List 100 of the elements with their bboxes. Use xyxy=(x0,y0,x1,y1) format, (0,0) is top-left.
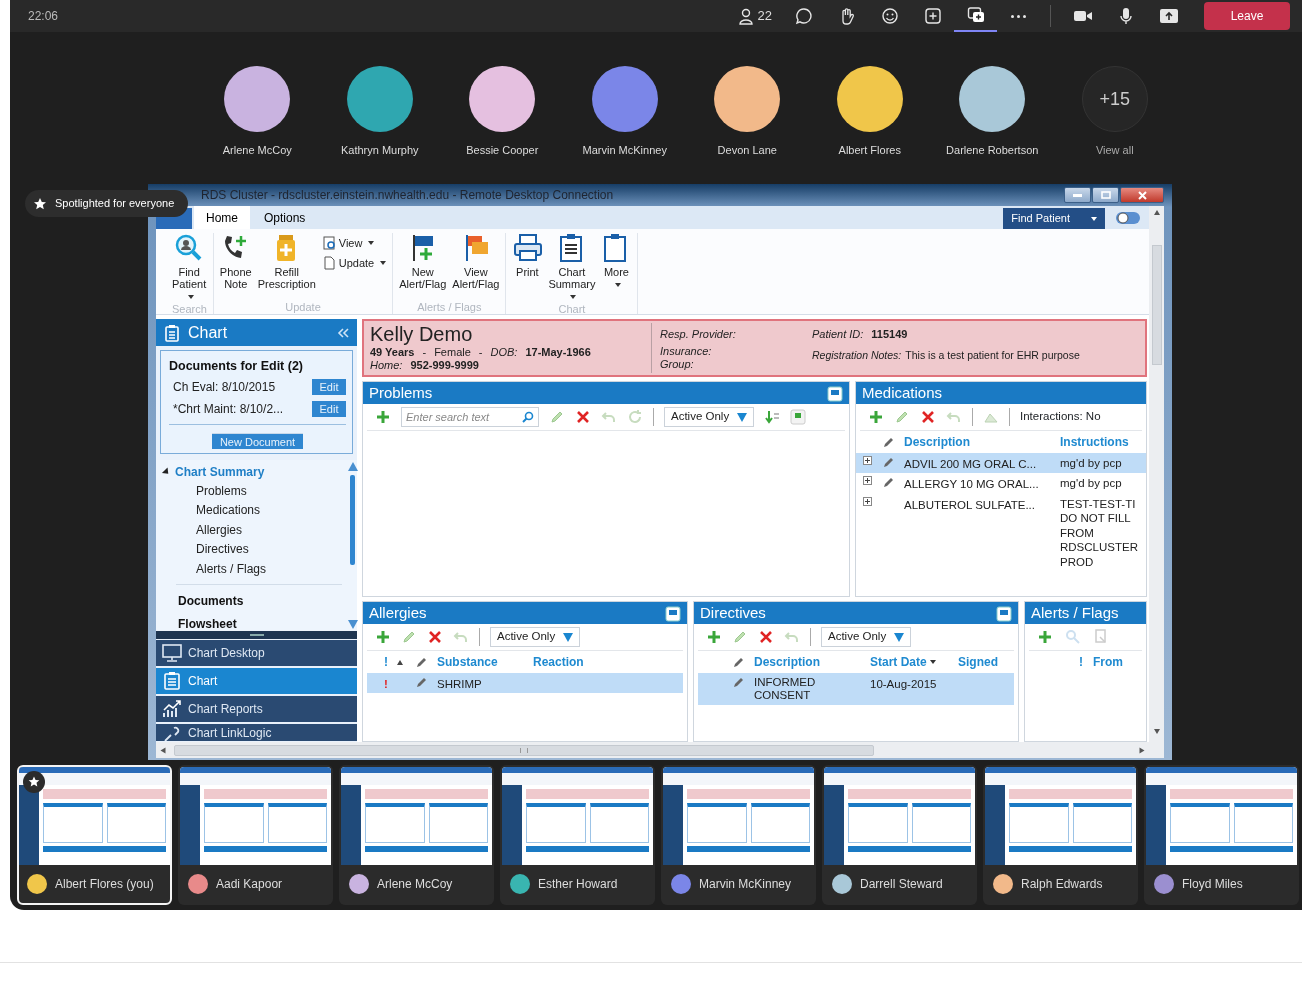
ribbon-tab[interactable]: Options xyxy=(252,206,318,229)
pencil-icon[interactable] xyxy=(894,409,910,425)
pencil-icon[interactable] xyxy=(549,409,565,425)
collapse-icon[interactable] xyxy=(337,328,349,339)
maximize-icon xyxy=(1100,191,1111,199)
plus-icon[interactable] xyxy=(1037,629,1053,645)
tree-item[interactable]: Documents xyxy=(178,591,244,610)
video-tile[interactable]: Marvin McKinney xyxy=(661,765,816,905)
close-icon xyxy=(1137,190,1147,200)
participant-name: Marvin McKinney xyxy=(582,143,667,158)
filter-dropdown[interactable]: Active Only xyxy=(490,627,581,647)
edit-button[interactable]: Edit xyxy=(312,400,346,417)
toggle-icon[interactable] xyxy=(1115,210,1141,227)
nav-button[interactable]: Chart Reports xyxy=(156,696,357,722)
participants-button[interactable]: 22 xyxy=(727,0,782,32)
minimize-panel-icon[interactable] xyxy=(996,605,1012,622)
tree-item[interactable]: Medications xyxy=(196,503,261,518)
ribbon-group-label: Alerts / Flags xyxy=(416,300,483,314)
pencil-icon xyxy=(883,476,895,489)
more-participants-button[interactable]: +15 xyxy=(1081,66,1148,132)
pencil-icon[interactable] xyxy=(401,629,417,645)
column-header[interactable]: Description xyxy=(900,433,1060,451)
filter-dropdown[interactable]: Active Only xyxy=(664,407,755,427)
ribbon-button[interactable]: Phone Note xyxy=(219,233,252,290)
video-tile[interactable]: Aadi Kapoor xyxy=(178,765,333,905)
find-patient-dropdown[interactable]: Find Patient xyxy=(1003,208,1105,229)
ribbon-button[interactable]: Refill Prescription xyxy=(257,233,316,290)
search-field[interactable]: Enter search text xyxy=(401,407,539,427)
table-row[interactable]: ADVIL 200 MG ORAL C... mg'd by pcp xyxy=(856,453,1146,474)
maximize-button[interactable] xyxy=(1092,187,1119,203)
ribbon-button[interactable]: Chart Summary xyxy=(548,233,596,302)
vertical-scrollbar[interactable] xyxy=(1149,206,1164,758)
delete-icon[interactable] xyxy=(920,409,936,425)
participant-name: Albert Flores (you) xyxy=(55,876,154,893)
horizontal-scrollbar[interactable] xyxy=(156,742,1149,758)
plus-icon[interactable] xyxy=(375,629,391,645)
tree-item[interactable]: Problems xyxy=(196,483,247,498)
delete-icon[interactable] xyxy=(427,629,443,645)
view-all-link[interactable]: View all xyxy=(1095,142,1134,159)
pencil-icon[interactable] xyxy=(732,629,748,645)
expand-icon[interactable] xyxy=(862,496,872,506)
ribbon-button[interactable]: Find Patient xyxy=(172,233,207,302)
filter-dropdown[interactable]: Active Only xyxy=(821,627,912,647)
plus-icon[interactable] xyxy=(375,409,391,425)
column-header[interactable]: From xyxy=(1093,653,1123,671)
column-header[interactable]: Substance xyxy=(433,653,533,671)
tree-item[interactable]: Flowsheet xyxy=(178,614,237,633)
column-header[interactable]: Instructions xyxy=(1060,433,1129,451)
microphone-icon xyxy=(1118,7,1133,25)
leave-button[interactable]: Leave xyxy=(1204,2,1290,30)
table-row[interactable]: ALLERGY 10 MG ORAL... mg'd by pcp xyxy=(856,473,1146,494)
ribbon-button[interactable]: Update xyxy=(321,253,387,273)
more-icon xyxy=(1011,14,1026,18)
flag-icon[interactable] xyxy=(790,409,807,425)
video-tile[interactable]: Esther Howard xyxy=(500,765,655,905)
smiley-icon xyxy=(880,7,899,25)
video-tile[interactable]: Floyd Miles xyxy=(1144,765,1299,905)
minimize-button[interactable] xyxy=(1064,187,1091,203)
minimize-panel-icon[interactable] xyxy=(665,605,681,622)
video-tile[interactable]: Darrell Steward xyxy=(822,765,977,905)
table-row[interactable]: ! SHRIMP xyxy=(367,673,683,694)
sort-icon[interactable] xyxy=(764,409,781,425)
ribbon-tab[interactable]: Home xyxy=(194,206,250,229)
minimize-panel-icon[interactable] xyxy=(827,385,843,402)
column-header[interactable]: Reaction xyxy=(533,653,584,671)
nav-button[interactable]: Chart Desktop xyxy=(156,640,357,666)
delete-icon[interactable] xyxy=(758,629,774,645)
tree-item[interactable]: Directives xyxy=(196,542,249,557)
video-tile[interactable]: Ralph Edwards xyxy=(983,765,1138,905)
table-row[interactable]: ALBUTEROL SULFATE... TEST-TEST-TI DO NOT FILL FROM RDSCLUSTER PROD xyxy=(856,493,1146,569)
delete-icon[interactable] xyxy=(575,409,591,425)
tree-item[interactable]: Allergies xyxy=(196,522,243,537)
plus-icon[interactable] xyxy=(706,629,722,645)
column-header[interactable]: ! xyxy=(375,653,397,671)
tree-item[interactable]: Alerts / Flags xyxy=(196,561,267,576)
ribbon-button[interactable]: Print xyxy=(512,233,543,278)
column-header[interactable]: ! xyxy=(1079,653,1083,671)
column-header[interactable]: Description xyxy=(750,653,870,671)
plus-icon[interactable] xyxy=(868,409,884,425)
expand-icon[interactable] xyxy=(862,456,872,465)
column-header[interactable]: Start Date xyxy=(870,653,958,671)
nav-button[interactable]: Chart xyxy=(156,668,357,694)
monitor-icon xyxy=(162,643,182,663)
window-title: RDS Cluster - rdscluster.einstein.nwhealth.edu - Remote Desktop Connection xyxy=(201,187,614,204)
nav-button[interactable]: Chart LinkLogic xyxy=(156,724,357,741)
column-header[interactable]: Signed xyxy=(958,653,998,671)
participant-name: Ralph Edwards xyxy=(1021,876,1103,893)
tree-item[interactable]: Chart Summary xyxy=(175,462,265,481)
expand-icon[interactable] xyxy=(862,476,872,486)
close-button[interactable] xyxy=(1120,187,1164,203)
video-tile[interactable]: Arlene McCoy xyxy=(339,765,494,905)
edit-button[interactable]: Edit xyxy=(312,378,346,395)
table-row[interactable]: INFORMED CONSENT 10-Aug-2015 xyxy=(698,673,1014,705)
video-tile[interactable]: Albert Flores (you) xyxy=(17,765,172,905)
new-document-button[interactable]: New Document xyxy=(211,432,304,449)
ribbon-button[interactable]: More xyxy=(601,233,632,290)
ribbon-button[interactable]: New Alert/Flag xyxy=(399,233,447,290)
ribbon-button[interactable]: View xyxy=(321,233,387,253)
ribbon-button[interactable]: View Alert/Flag xyxy=(452,233,500,290)
table-cell-text: ALLERGY 10 MG ORAL... xyxy=(903,477,1040,493)
